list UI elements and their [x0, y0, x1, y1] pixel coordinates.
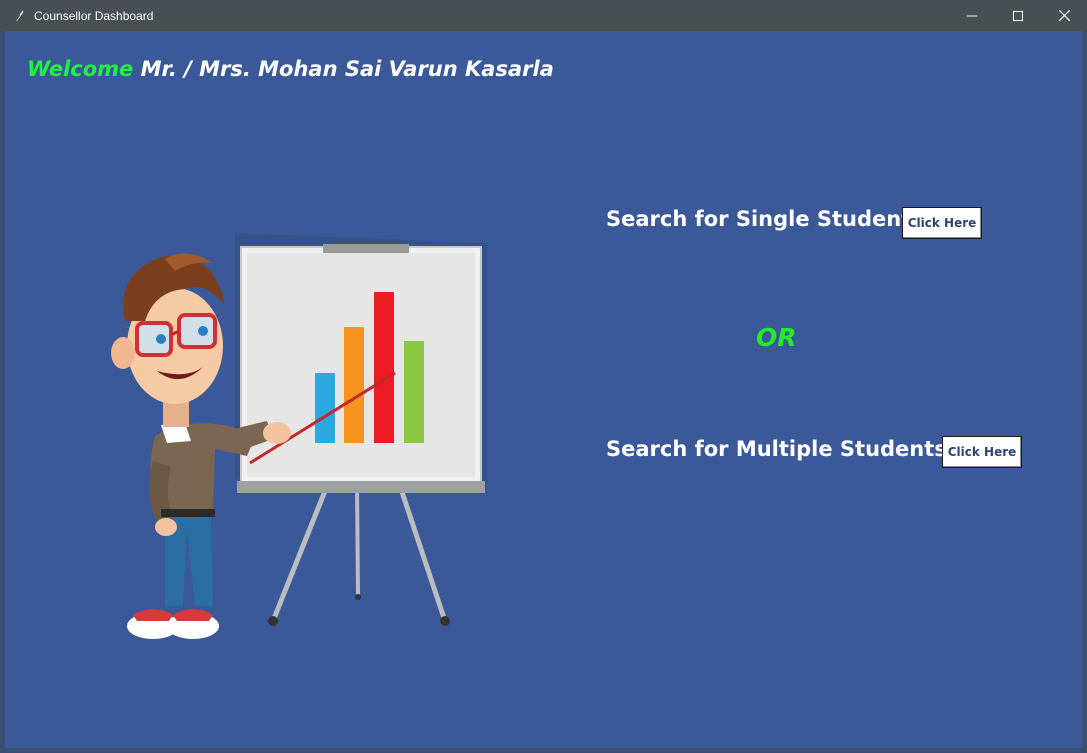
board-tray — [237, 481, 485, 493]
eye-left — [156, 334, 166, 344]
chart-bar-red — [374, 292, 394, 443]
teacher-with-chart-illustration — [111, 233, 487, 639]
maximize-button[interactable] — [995, 0, 1041, 31]
chart-bar-blue — [315, 373, 335, 443]
window-border-right — [1082, 31, 1087, 753]
minimize-icon — [967, 15, 977, 16]
shoe-right-top — [173, 609, 213, 621]
close-icon — [1058, 10, 1070, 21]
chart-bar-green — [404, 341, 424, 443]
close-button[interactable] — [1041, 0, 1087, 31]
dashboard-canvas: Welcome Mr. / Mrs. Mohan Sai Varun Kasar… — [5, 31, 1082, 748]
easel-leg-back — [355, 485, 360, 597]
easel-leg-right — [397, 485, 448, 622]
hand-left — [155, 518, 177, 536]
welcome-word: Welcome — [27, 57, 134, 81]
welcome-heading: Welcome Mr. / Mrs. Mohan Sai Varun Kasar… — [27, 57, 554, 81]
eye-right — [198, 326, 208, 336]
chart-bar-orange — [344, 327, 364, 443]
easel-foot-right — [440, 616, 450, 626]
easel-leg-left — [270, 485, 330, 622]
easel-foot-back — [355, 594, 361, 600]
minimize-button[interactable] — [949, 0, 995, 31]
easel-foot-left — [268, 616, 278, 626]
window-border-bottom — [0, 748, 1087, 753]
ear — [111, 337, 135, 369]
board-clip — [323, 244, 409, 253]
multiple-students-label: Search for Multiple Students : — [606, 437, 963, 461]
hand-right — [263, 422, 291, 444]
multiple-students-button[interactable]: Click Here — [942, 436, 1022, 468]
single-student-button[interactable]: Click Here — [902, 207, 982, 239]
belt — [161, 509, 215, 517]
title-bar: Counsellor Dashboard — [0, 0, 1087, 31]
window-controls — [949, 0, 1087, 31]
user-name: Mr. / Mrs. Mohan Sai Varun Kasarla — [133, 57, 554, 81]
glasses-lens-right — [177, 313, 217, 349]
feather-icon — [12, 9, 26, 23]
maximize-icon — [1013, 10, 1023, 21]
or-separator: OR — [756, 323, 797, 352]
shoe-left-top — [133, 609, 173, 621]
window-title: Counsellor Dashboard — [34, 8, 154, 23]
single-student-label: Search for Single Student : — [606, 207, 927, 231]
